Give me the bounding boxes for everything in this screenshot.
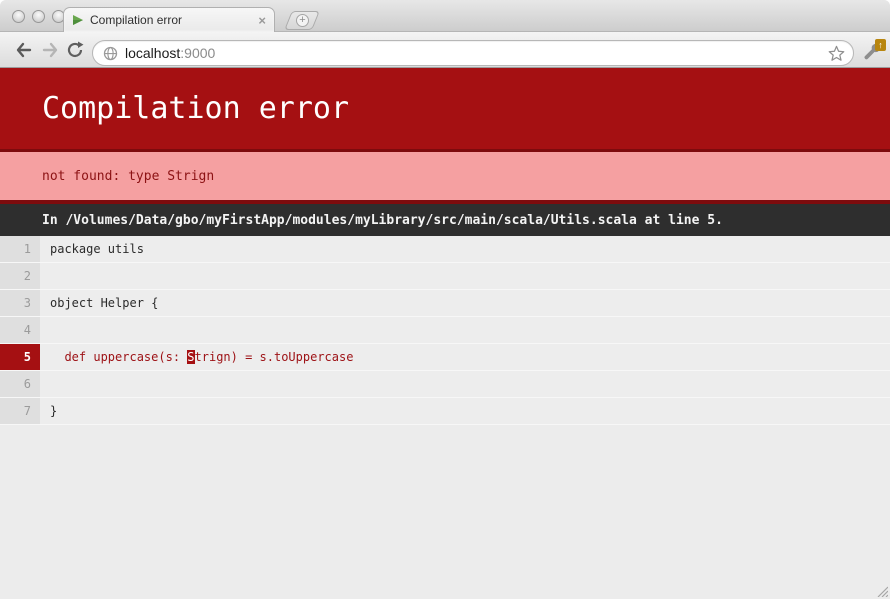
line-number: 1 <box>0 236 40 262</box>
new-tab-button[interactable]: + <box>284 11 320 30</box>
code-line: 4 <box>0 317 890 344</box>
code-line: 2 <box>0 263 890 290</box>
tab-close-icon[interactable]: × <box>258 14 266 27</box>
url-port: :9000 <box>180 45 215 61</box>
line-number: 5 <box>0 344 40 370</box>
wrench-menu-button[interactable]: ↑ <box>861 41 885 61</box>
line-number: 4 <box>0 317 40 343</box>
globe-icon <box>103 46 118 61</box>
close-window-button[interactable] <box>12 10 25 23</box>
back-button[interactable] <box>14 41 34 59</box>
reload-button[interactable] <box>66 41 86 59</box>
line-number: 6 <box>0 371 40 397</box>
error-location-bar: In /Volumes/Data/gbo/myFirstApp/modules/… <box>0 204 890 236</box>
code-line: 6 <box>0 371 890 398</box>
play-framework-favicon-icon <box>72 14 84 26</box>
code-line: 7 } <box>0 398 890 425</box>
error-page: Compilation error not found: type Strign… <box>0 68 890 599</box>
url-host: localhost <box>125 45 180 61</box>
code-line: 1 package utils <box>0 236 890 263</box>
window-controls <box>12 10 65 23</box>
update-badge-icon: ↑ <box>875 39 886 51</box>
url-text[interactable]: localhost:9000 <box>125 45 828 61</box>
line-text: def uppercase(s: Strign) = s.toUppercase <box>40 344 890 370</box>
line-text: package utils <box>40 236 890 262</box>
error-marker: S <box>187 350 194 364</box>
code-line-error: 5 def uppercase(s: Strign) = s.toUpperca… <box>0 344 890 371</box>
browser-window: Compilation error × + localhost:9000 <box>0 0 890 599</box>
error-header: Compilation error <box>0 68 890 152</box>
plus-icon: + <box>296 14 309 27</box>
titlebar: Compilation error × + <box>0 0 890 32</box>
browser-toolbar: localhost:9000 ↑ <box>0 32 890 68</box>
line-number: 7 <box>0 398 40 424</box>
address-bar[interactable]: localhost:9000 <box>92 40 854 66</box>
source-code-listing: 1 package utils 2 3 object Helper { 4 5 … <box>0 236 890 425</box>
code-line: 3 object Helper { <box>0 290 890 317</box>
line-text: object Helper { <box>40 290 890 316</box>
line-text <box>40 317 890 343</box>
line-number: 2 <box>0 263 40 289</box>
error-line-post: trign) = s.toUppercase <box>195 350 354 364</box>
line-text <box>40 263 890 289</box>
page-title: Compilation error <box>42 91 349 126</box>
forward-button[interactable] <box>40 41 60 59</box>
error-message-banner: not found: type Strign <box>0 152 890 204</box>
line-text <box>40 371 890 397</box>
window-resize-grip[interactable] <box>874 583 888 597</box>
bookmark-star-icon[interactable] <box>828 45 845 62</box>
minimize-window-button[interactable] <box>32 10 45 23</box>
line-number: 3 <box>0 290 40 316</box>
tab-compilation-error[interactable]: Compilation error × <box>63 7 275 32</box>
tab-title: Compilation error <box>90 13 252 27</box>
error-line-pre: def uppercase(s: <box>50 350 187 364</box>
line-text: } <box>40 398 890 424</box>
